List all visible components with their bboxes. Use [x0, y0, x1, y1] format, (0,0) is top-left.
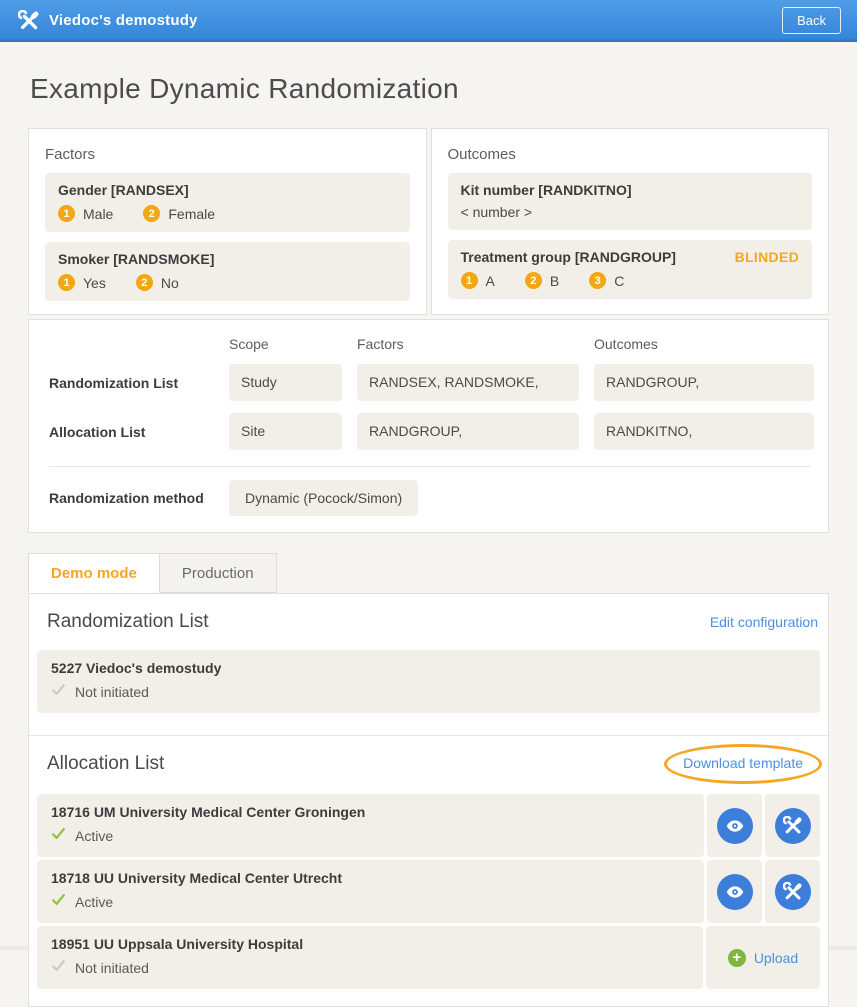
tab-demo-mode[interactable]: Demo mode	[28, 553, 160, 593]
action-cell	[707, 794, 762, 857]
divider	[49, 466, 810, 467]
check-icon	[51, 682, 66, 702]
allocation-row: 18951 UU Uppsala University Hospital Not…	[37, 926, 820, 989]
number-badge: 2	[525, 272, 542, 289]
factor-title: Smoker [RANDSMOKE]	[58, 251, 397, 267]
factor-title: Gender [RANDSEX]	[58, 182, 397, 198]
page-title: Example Dynamic Randomization	[30, 73, 827, 105]
check-icon	[51, 892, 66, 912]
outcomes-panel: Outcomes Kit number [RANDKITNO] < number…	[431, 128, 830, 315]
allocation-row: 18718 UU University Medical Center Utrec…	[37, 860, 820, 923]
number-badge: 2	[143, 205, 160, 222]
annotation-highlight-ellipse: Download template	[664, 744, 822, 784]
randomization-list-item: 5227 Viedoc's demostudy Not initiated	[37, 650, 820, 713]
number-badge: 3	[589, 272, 606, 289]
outcomes-panel-title: Outcomes	[448, 146, 813, 163]
allocation-site-info: 18718 UU University Medical Center Utrec…	[37, 860, 704, 923]
row-label-randomization-list: Randomization List	[49, 375, 214, 391]
allocation-site-info: 18716 UM University Medical Center Groni…	[37, 794, 704, 857]
cell-outcomes: RANDKITNO,	[594, 413, 814, 450]
factor-value: 2 Female	[143, 205, 215, 222]
configure-list-button[interactable]	[775, 808, 811, 844]
app-title: Viedoc's demostudy	[49, 12, 198, 29]
factors-panel-title: Factors	[45, 146, 410, 163]
column-header-factors: Factors	[357, 332, 579, 352]
factor-value: 1 Yes	[58, 274, 106, 291]
status-text: Active	[75, 828, 113, 844]
mode-tabs: Demo mode Production	[28, 553, 829, 593]
factor-value: 2 No	[136, 274, 179, 291]
tools-icon	[783, 882, 803, 902]
factor-value: 1 Male	[58, 205, 113, 222]
back-button[interactable]: Back	[782, 7, 841, 34]
randomization-method-value: Dynamic (Pocock/Simon)	[229, 480, 418, 516]
check-icon	[51, 826, 66, 846]
number-badge: 1	[461, 272, 478, 289]
allocation-site-info: 18951 UU Uppsala University Hospital Not…	[37, 926, 703, 989]
configure-list-button[interactable]	[775, 874, 811, 910]
allocation-list-title: Allocation List	[47, 753, 164, 775]
column-header-outcomes: Outcomes	[594, 332, 814, 352]
cell-scope: Site	[229, 413, 342, 450]
upload-button[interactable]: + Upload	[706, 926, 820, 989]
check-icon	[51, 958, 66, 978]
number-badge: 1	[58, 274, 75, 291]
action-cell	[765, 860, 820, 923]
download-template-link[interactable]: Download template	[683, 755, 803, 771]
row-label-allocation-list: Allocation List	[49, 424, 214, 440]
app-bar: Viedoc's demostudy Back	[0, 0, 857, 42]
tools-icon	[18, 10, 40, 32]
site-title: 18716 UM University Medical Center Groni…	[51, 804, 690, 820]
outcome-value: 2 B	[525, 272, 559, 289]
view-list-button[interactable]	[717, 874, 753, 910]
status-text: Active	[75, 894, 113, 910]
outcome-card-treatment-group: Treatment group [RANDGROUP] BLINDED 1 A …	[448, 240, 813, 299]
action-cell	[765, 794, 820, 857]
plus-icon: +	[728, 949, 746, 967]
eye-icon	[725, 816, 745, 836]
brand: Viedoc's demostudy	[18, 10, 198, 32]
action-cell	[707, 860, 762, 923]
outcome-placeholder: < number >	[461, 204, 800, 220]
factors-panel: Factors Gender [RANDSEX] 1 Male 2 Female…	[28, 128, 427, 315]
view-list-button[interactable]	[717, 808, 753, 844]
cell-outcomes: RANDGROUP,	[594, 364, 814, 401]
status-text: Not initiated	[75, 684, 149, 700]
randomization-method-label: Randomization method	[49, 490, 229, 506]
number-badge: 1	[58, 205, 75, 222]
allocation-row: 18716 UM University Medical Center Groni…	[37, 794, 820, 857]
edit-configuration-link[interactable]: Edit configuration	[710, 614, 818, 630]
outcome-card-kit-number: Kit number [RANDKITNO] < number >	[448, 173, 813, 230]
outcome-title: Kit number [RANDKITNO]	[461, 182, 800, 198]
randomization-list-title: Randomization List	[47, 611, 209, 633]
outcome-value: 1 A	[461, 272, 495, 289]
cell-factors: RANDSEX, RANDSMOKE,	[357, 364, 579, 401]
column-header-scope: Scope	[229, 332, 342, 352]
list-item-title: 5227 Viedoc's demostudy	[51, 660, 806, 676]
lists-panel: Randomization List Edit configuration 52…	[28, 593, 829, 1007]
cell-scope: Study	[229, 364, 342, 401]
factor-card-smoker: Smoker [RANDSMOKE] 1 Yes 2 No	[45, 242, 410, 301]
factor-card-gender: Gender [RANDSEX] 1 Male 2 Female	[45, 173, 410, 232]
upload-link-label: Upload	[754, 950, 798, 966]
site-title: 18718 UU University Medical Center Utrec…	[51, 870, 690, 886]
eye-icon	[725, 882, 745, 902]
status-text: Not initiated	[75, 960, 149, 976]
blinded-badge: BLINDED	[735, 249, 799, 265]
tab-production[interactable]: Production	[160, 553, 277, 593]
cell-factors: RANDGROUP,	[357, 413, 579, 450]
configuration-table-panel: Scope Factors Outcomes Randomization Lis…	[28, 319, 829, 533]
number-badge: 2	[136, 274, 153, 291]
outcome-value: 3 C	[589, 272, 624, 289]
tools-icon	[783, 816, 803, 836]
